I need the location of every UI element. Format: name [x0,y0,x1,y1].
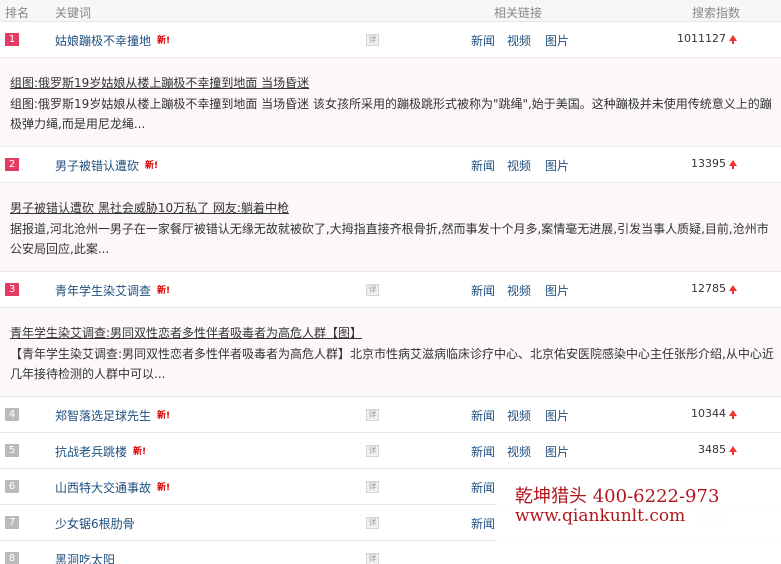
keyword-link[interactable]: 郑智落选足球先生 新! [55,407,170,424]
summary-title-link[interactable]: 组图:俄罗斯19岁姑娘从楼上蹦极不幸撞到地面 当场昏迷 [10,74,309,91]
new-badge: 新! [157,286,171,296]
expanded-summary: 组图:俄罗斯19岁姑娘从楼上蹦极不幸撞到地面 当场昏迷 组图:俄罗斯19岁姑娘从… [0,58,781,147]
watermark-company-phone: 乾坤猎头 400-6222-973 [515,486,720,507]
detail-button[interactable]: 详 [366,409,379,421]
up-arrow-icon [729,160,737,169]
video-link[interactable]: 视频 [507,443,531,460]
summary-text: 组图:俄罗斯19岁姑娘从楼上蹦极不幸撞到地面 当场昏迷 该女孩所采用的蹦极跳形式… [10,97,772,131]
up-arrow-icon [729,285,737,294]
rank-badge: 8 [5,552,19,564]
expanded-summary: 青年学生染艾调查:男同双性恋者多性伴者吸毒者为高危人群【图】 【青年学生染艾调查… [0,308,781,397]
picture-link[interactable]: 图片 [545,32,569,49]
news-link[interactable]: 新闻 [471,479,495,496]
detail-button[interactable]: 详 [366,481,379,493]
rank-badge: 2 [5,158,19,171]
table-row: 4 郑智落选足球先生 新! 详 新闻 视频 图片 10344 [0,397,781,433]
rank-badge: 1 [5,33,19,46]
detail-button[interactable]: 详 [366,284,379,296]
watermark-url: www.qiankunlt.com [515,506,686,526]
picture-link[interactable]: 图片 [545,282,569,299]
table-row: 5 抗战老兵跳楼 新! 详 新闻 视频 图片 3485 [0,433,781,469]
up-arrow-icon [729,410,737,419]
keyword-link[interactable]: 黑洞吃太阳 [55,551,115,564]
rank-badge: 6 [5,480,19,493]
table-row: 2 男子被错认遭砍 新! 新闻 视频 图片 13395 [0,147,781,183]
summary-title-link[interactable]: 青年学生染艾调查:男同双性恋者多性伴者吸毒者为高危人群【图】 [10,324,362,341]
watermark: 乾坤猎头 400-6222-973 www.qiankunlt.com [497,472,781,564]
table-row: 3 青年学生染艾调查 新! 详 新闻 视频 图片 12785 [0,272,781,308]
table-header: 排名 关键词 相关链接 搜索指数 [0,0,781,22]
video-link[interactable]: 视频 [507,32,531,49]
rank-badge: 3 [5,283,19,296]
search-index-value: 13395 [691,157,726,170]
new-badge: 新! [157,483,171,493]
keyword-link[interactable]: 男子被错认遭砍 新! [55,157,158,174]
rank-badge: 5 [5,444,19,457]
header-keyword: 关键词 [55,6,92,20]
search-index-value: 1011127 [677,32,726,45]
news-link[interactable]: 新闻 [471,157,495,174]
new-badge: 新! [157,411,171,421]
keyword-link[interactable]: 山西特大交通事故 新! [55,479,170,496]
picture-link[interactable]: 图片 [545,157,569,174]
up-arrow-icon [729,35,737,44]
video-link[interactable]: 视频 [507,282,531,299]
up-arrow-icon [729,446,737,455]
detail-button[interactable]: 详 [366,553,379,564]
keyword-link[interactable]: 抗战老兵跳楼 新! [55,443,146,460]
picture-link[interactable]: 图片 [545,443,569,460]
video-link[interactable]: 视频 [507,407,531,424]
keyword-link[interactable]: 姑娘蹦极不幸撞地 新! [55,32,170,49]
new-badge: 新! [157,36,171,46]
detail-button[interactable]: 详 [366,517,379,529]
news-link[interactable]: 新闻 [471,443,495,460]
detail-button[interactable]: 详 [366,445,379,457]
news-link[interactable]: 新闻 [471,515,495,532]
summary-title-link[interactable]: 男子被错认遭砍 黑社会威胁10万私了 网友:躺着中枪 [10,199,289,216]
summary-text: 【青年学生染艾调查:男同双性恋者多性伴者吸毒者为高危人群】北京市性病艾滋病临床诊… [10,347,774,381]
video-link[interactable]: 视频 [507,157,531,174]
summary-text: 据报道,河北沧州一男子在一家餐厅被错认无缘无故就被砍了,大拇指直接齐根骨折,然而… [10,222,769,256]
header-search-index: 搜索指数 [692,6,741,20]
keyword-link[interactable]: 青年学生染艾调查 新! [55,282,170,299]
expanded-summary: 男子被错认遭砍 黑社会威胁10万私了 网友:躺着中枪 据报道,河北沧州一男子在一… [0,183,781,272]
table-row: 1 姑娘蹦极不幸撞地 新! 详 新闻 视频 图片 1011127 [0,22,781,58]
header-related-links: 相关链接 [494,6,543,20]
keyword-link[interactable]: 少女锯6根肋骨 [55,515,135,532]
header-rank: 排名 [5,6,30,20]
rank-badge: 7 [5,516,19,529]
detail-button[interactable]: 详 [366,34,379,46]
picture-link[interactable]: 图片 [545,407,569,424]
search-index-value: 12785 [691,282,726,295]
news-link[interactable]: 新闻 [471,282,495,299]
news-link[interactable]: 新闻 [471,32,495,49]
search-index-value: 10344 [691,407,726,420]
rank-badge: 4 [5,408,19,421]
search-index-value: 3485 [698,443,726,456]
new-badge: 新! [133,447,147,457]
new-badge: 新! [145,161,159,171]
news-link[interactable]: 新闻 [471,407,495,424]
